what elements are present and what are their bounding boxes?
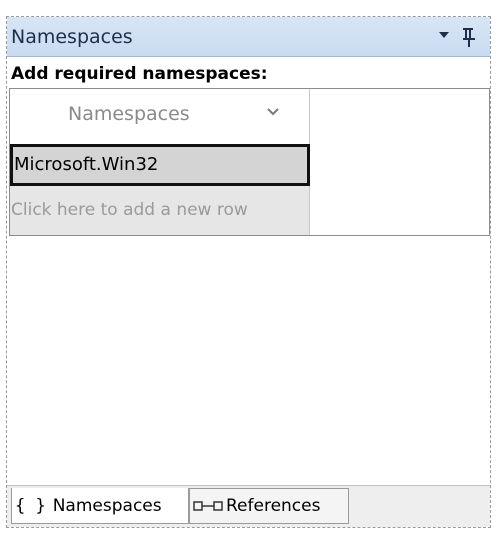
add-new-row-placeholder[interactable]: Click here to add a new row <box>11 200 248 220</box>
tab-namespaces[interactable]: { } Namespaces <box>11 488 189 524</box>
braces-icon: { } <box>15 495 46 516</box>
dropdown-arrow-icon[interactable] <box>439 32 449 38</box>
pin-icon[interactable] <box>460 26 478 48</box>
references-icon <box>193 501 223 511</box>
add-new-row[interactable]: Click here to add a new row <box>10 186 310 235</box>
panel-tabstrip: { } Namespaces References <box>7 485 490 527</box>
table-row[interactable]: Microsoft.Win32 <box>10 144 310 186</box>
row-cell-namespace[interactable]: Microsoft.Win32 <box>14 154 158 175</box>
namespaces-grid: Namespaces Microsoft.Win32 Click here to… <box>9 88 490 236</box>
panel-title: Namespaces <box>11 26 133 48</box>
namespaces-panel: Namespaces Add required namespaces: Name… <box>6 16 491 528</box>
chevron-down-icon[interactable] <box>266 107 280 117</box>
panel-titlebar: Namespaces <box>7 17 490 57</box>
tab-namespaces-label: Namespaces <box>52 495 162 516</box>
tab-references-label: References <box>226 496 321 516</box>
column-header-namespaces[interactable]: Namespaces <box>10 89 310 144</box>
instruction-label: Add required namespaces: <box>11 64 268 84</box>
tab-references[interactable]: References <box>189 488 349 524</box>
column-header-label: Namespaces <box>68 103 190 125</box>
